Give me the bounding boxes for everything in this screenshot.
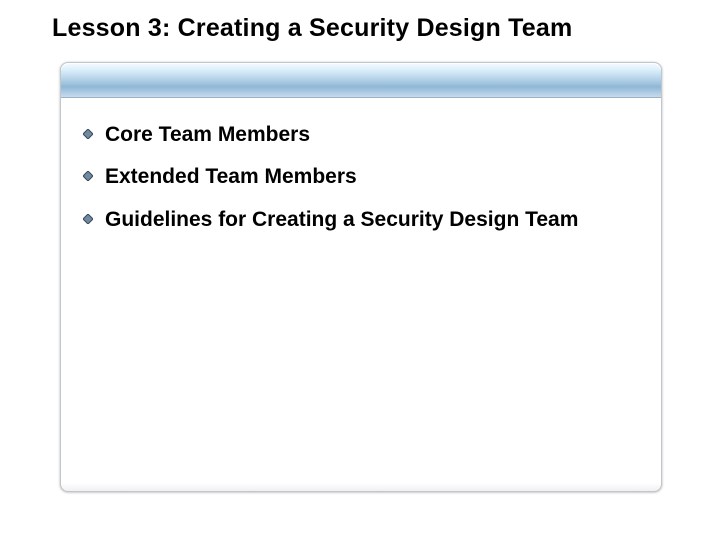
list-item: Extended Team Members (83, 164, 637, 190)
slide-title: Lesson 3: Creating a Security Design Tea… (52, 14, 680, 43)
bullet-label: Core Team Members (105, 123, 310, 146)
content-panel: Core Team Members Extended Team Members (60, 62, 662, 492)
panel-body: Core Team Members Extended Team Members (61, 98, 661, 273)
list-item: Core Team Members (83, 122, 637, 148)
bullet-diamond-icon (83, 171, 93, 181)
bullet-list: Core Team Members Extended Team Members (83, 122, 637, 233)
bullet-diamond-icon (83, 129, 93, 139)
panel-bottom-shadow (61, 483, 661, 491)
list-item: Guidelines for Creating a Security Desig… (83, 207, 637, 233)
bullet-label: Extended Team Members (105, 165, 357, 188)
bullet-diamond-icon (83, 214, 93, 224)
slide: Lesson 3: Creating a Security Design Tea… (0, 0, 720, 540)
panel-header-bar (61, 63, 661, 98)
bullet-label: Guidelines for Creating a Security Desig… (105, 208, 578, 231)
